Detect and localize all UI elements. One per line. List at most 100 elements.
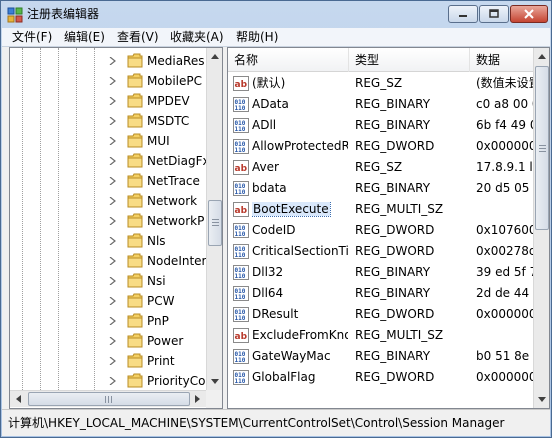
column-header-name[interactable]: 名称: [228, 48, 349, 72]
title-bar[interactable]: 注册表编辑器: [1, 1, 551, 28]
menu-help[interactable]: 帮助(H): [236, 30, 278, 45]
menu-view[interactable]: 查看(V): [117, 30, 159, 45]
expand-arrow-icon[interactable]: [109, 297, 117, 305]
expand-arrow-icon[interactable]: [109, 77, 117, 85]
value-row[interactable]: 010 110 GlobalFlag REG_DWORD 0x000000: [228, 367, 533, 388]
value-row[interactable]: 010 110 GateWayMac REG_BINARY b0 51 8e: [228, 346, 533, 367]
value-data: c0 a8 00 0: [476, 97, 533, 111]
expand-arrow-icon[interactable]: [109, 137, 117, 145]
minimize-button[interactable]: [448, 5, 478, 23]
folder-icon: [127, 113, 143, 128]
scroll-right-icon[interactable]: [189, 391, 206, 407]
folder-icon: [127, 53, 143, 68]
tree-vertical-scrollbar[interactable]: [206, 48, 222, 390]
expand-arrow-icon[interactable]: [109, 217, 117, 225]
list-vertical-scrollbar[interactable]: [533, 48, 549, 408]
tree-hscroll-thumb[interactable]: [28, 392, 190, 406]
value-data: 20 d5 05: [476, 181, 530, 195]
scroll-left-icon[interactable]: [10, 391, 27, 407]
column-header-type[interactable]: 类型: [349, 48, 470, 72]
expand-arrow-icon[interactable]: [109, 157, 117, 165]
svg-text:110: 110: [235, 252, 246, 259]
expand-arrow-icon[interactable]: [109, 357, 117, 365]
tree-item-label: MobilePC: [147, 74, 202, 88]
value-row[interactable]: 010110AData REG_BINARY c0 a8 00 0: [228, 94, 533, 115]
value-row[interactable]: 010 110 Dll32 REG_BINARY 39 ed 5f 7: [228, 262, 533, 283]
value-type: REG_BINARY: [355, 97, 431, 111]
column-header-data[interactable]: 数据: [470, 48, 540, 72]
svg-text:110: 110: [235, 105, 246, 112]
value-type: REG_MULTI_SZ: [355, 202, 444, 216]
menu-file[interactable]: 文件(F): [12, 30, 52, 45]
tree-item[interactable]: Nls: [10, 231, 208, 251]
value-data: 0x000000: [476, 370, 533, 384]
expand-arrow-icon[interactable]: [109, 317, 117, 325]
tree-item[interactable]: MSDTC: [10, 111, 208, 131]
expand-arrow-icon[interactable]: [109, 117, 117, 125]
tree-item[interactable]: MobilePC: [10, 71, 208, 91]
value-name: AllowProtectedRenames: [252, 139, 348, 153]
value-row[interactable]: 010 110 Dll64 REG_BINARY 2d de 44: [228, 283, 533, 304]
key-tree[interactable]: MediaRes MobilePC MPDEV MSDTC MUI NetDiagFx Ne…: [9, 47, 223, 409]
registry-editor-window: 注册表编辑器 文件(F) 编辑(E) 查看(V) 收藏夹(A) 帮助(H) Me…: [0, 0, 552, 438]
value-name: ADll: [252, 118, 277, 132]
expand-arrow-icon[interactable]: [109, 197, 117, 205]
value-type: REG_MULTI_SZ: [355, 328, 444, 342]
tree-item[interactable]: MediaRes: [10, 51, 208, 71]
tree-vscroll-thumb[interactable]: [208, 200, 222, 246]
folder-icon: [127, 73, 143, 88]
expand-arrow-icon[interactable]: [109, 277, 117, 285]
list-vscroll-thumb[interactable]: [535, 66, 549, 230]
value-row[interactable]: 010 110 bdata REG_BINARY 20 d5 05: [228, 178, 533, 199]
tree-item[interactable]: Nsi: [10, 271, 208, 291]
close-button[interactable]: [510, 5, 548, 23]
value-data: 6b f4 49 0: [476, 118, 533, 132]
value-row[interactable]: ab (默认) REG_SZ (数值未设置): [228, 73, 533, 94]
menu-edit[interactable]: 编辑(E): [64, 30, 105, 45]
tree-item[interactable]: Network: [10, 191, 208, 211]
value-row[interactable]: 010 110 ADll REG_BINARY 6b f4 49 0: [228, 115, 533, 136]
svg-text:ab: ab: [235, 164, 248, 174]
expand-arrow-icon[interactable]: [109, 257, 117, 265]
tree-item[interactable]: PnP: [10, 311, 208, 331]
tree-horizontal-scrollbar[interactable]: [10, 390, 206, 407]
scroll-down-icon[interactable]: [534, 391, 549, 408]
tree-item[interactable]: Print: [10, 351, 208, 371]
scroll-down-icon[interactable]: [207, 373, 222, 390]
expand-arrow-icon[interactable]: [109, 377, 117, 385]
tree-item[interactable]: PriorityCo: [10, 371, 208, 391]
maximize-button[interactable]: [479, 5, 509, 23]
expand-arrow-icon[interactable]: [109, 237, 117, 245]
folder-icon: [127, 233, 143, 248]
values-list[interactable]: 名称 类型 数据 ab(默认)REG_SZ(数值未设置)010110ADataR…: [227, 47, 550, 409]
expand-arrow-icon[interactable]: [109, 177, 117, 185]
close-icon: [524, 9, 534, 19]
scroll-up-icon[interactable]: [534, 48, 549, 65]
value-row[interactable]: 010110AllowProtectedRenames REG_DWORD 0x00…: [228, 136, 533, 157]
value-data: 0x107600: [476, 223, 533, 237]
expand-arrow-icon[interactable]: [109, 97, 117, 105]
tree-item[interactable]: NodeInter: [10, 251, 208, 271]
value-row[interactable]: ab BootExecute REG_MULTI_SZ: [228, 199, 533, 220]
tree-item[interactable]: MUI: [10, 131, 208, 151]
value-row[interactable]: 010 110 CodeID REG_DWORD 0x107600: [228, 220, 533, 241]
value-row[interactable]: ab ExcludeFromKnownDlls REG_MULTI_SZ: [228, 325, 533, 346]
tree-item[interactable]: NetTrace: [10, 171, 208, 191]
expand-arrow-icon[interactable]: [109, 57, 117, 65]
folder-icon: [127, 373, 143, 388]
tree-item[interactable]: NetworkP: [10, 211, 208, 231]
value-row[interactable]: 010110CriticalSectionTimeout REG_DWORD 0x0…: [228, 241, 533, 262]
scroll-up-icon[interactable]: [207, 48, 222, 65]
tree-item[interactable]: PCW: [10, 291, 208, 311]
menu-favorites[interactable]: 收藏夹(A): [170, 30, 224, 45]
value-row[interactable]: ab Aver REG_SZ 17.8.9.1 li: [228, 157, 533, 178]
value-name: CriticalSectionTimeout: [252, 244, 348, 258]
tree-item[interactable]: MPDEV: [10, 91, 208, 111]
value-row[interactable]: 010 110 DResult REG_DWORD 0x000000: [228, 304, 533, 325]
expand-arrow-icon[interactable]: [109, 337, 117, 345]
tree-item[interactable]: Power: [10, 331, 208, 351]
tree-item[interactable]: NetDiagFx: [10, 151, 210, 171]
svg-text:ab: ab: [235, 332, 248, 342]
tree-item-label: PCW: [147, 294, 175, 308]
binary-value-icon: 010110: [233, 223, 249, 238]
